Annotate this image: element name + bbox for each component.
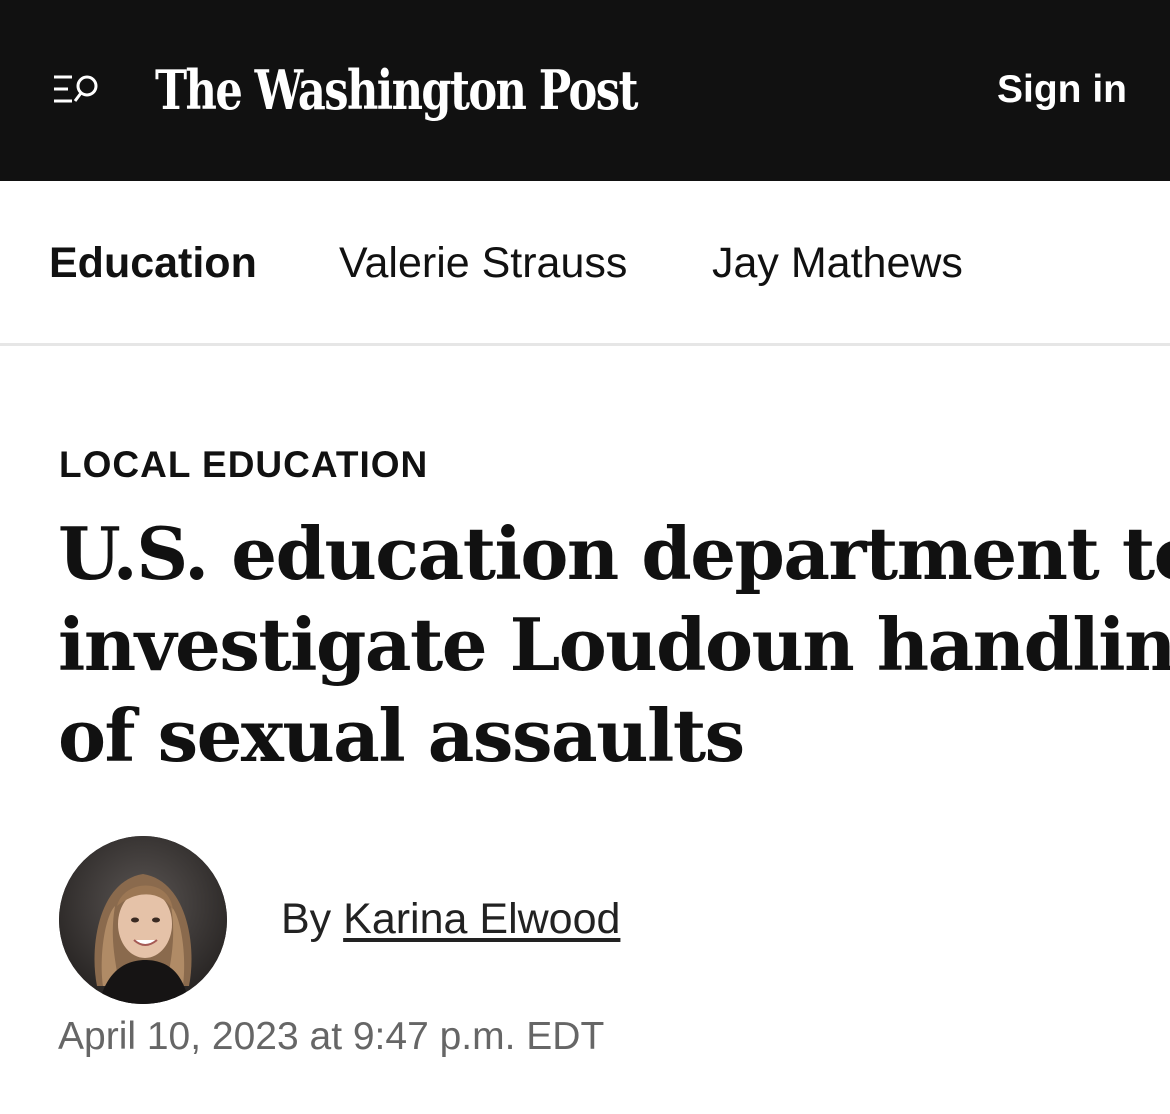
headline-line: of sexual assaults: [58, 693, 745, 778]
article-headline: U.S. education department to investigate…: [58, 508, 1170, 781]
nav-item-valerie-strauss[interactable]: Valerie Strauss: [339, 238, 627, 288]
section-nav: Education Valerie Strauss Jay Mathews: [0, 181, 1170, 346]
top-bar: The Washington Post Sign in: [0, 0, 1170, 181]
masthead-logo[interactable]: The Washington Post: [155, 52, 638, 128]
nav-item-education[interactable]: Education: [49, 238, 257, 288]
section-kicker[interactable]: LOCAL EDUCATION: [59, 443, 428, 487]
sign-in-button[interactable]: Sign in: [997, 68, 1127, 112]
headline-line: investigate Loudoun handling: [58, 602, 1170, 687]
author-avatar[interactable]: [59, 836, 227, 1004]
publish-timestamp: April 10, 2023 at 9:47 p.m. EDT: [58, 1015, 605, 1058]
headline-line: U.S. education department to: [58, 511, 1170, 596]
author-link[interactable]: Karina Elwood: [343, 895, 620, 943]
byline: By Karina Elwood: [281, 894, 620, 944]
byline-prefix: By: [281, 895, 332, 943]
menu-search-icon[interactable]: [52, 70, 102, 110]
nav-item-jay-mathews[interactable]: Jay Mathews: [712, 238, 963, 288]
